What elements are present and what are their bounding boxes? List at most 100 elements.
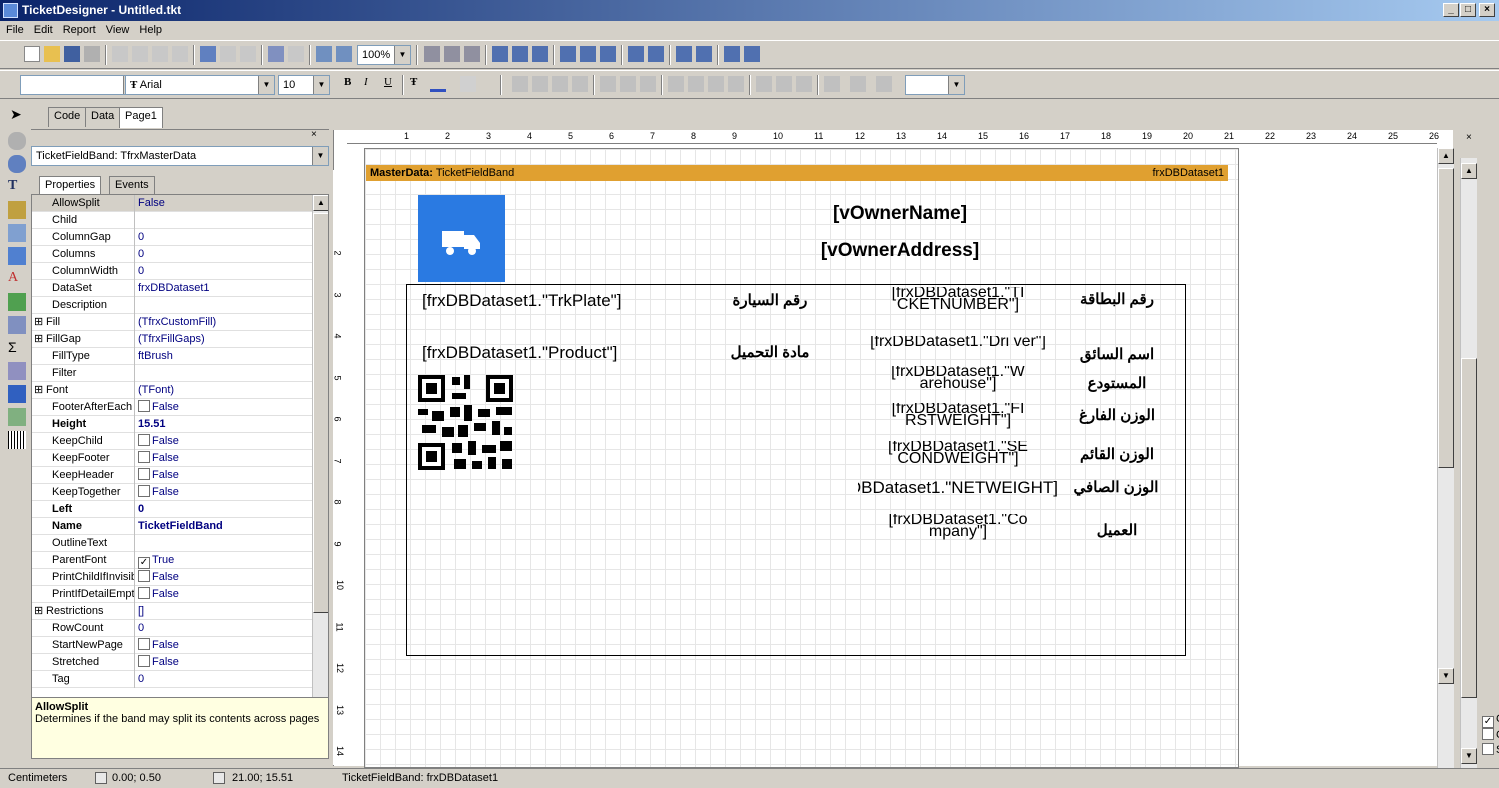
property-row[interactable]: KeepHeader False bbox=[32, 467, 314, 484]
product-label[interactable]: مادة التحميل bbox=[690, 343, 850, 361]
text-justify-icon[interactable] bbox=[572, 76, 588, 92]
ticket-number-label[interactable]: رقم البطاقة bbox=[1062, 290, 1172, 308]
property-row[interactable]: RowCount 0 bbox=[32, 620, 314, 637]
property-value[interactable]: 0 bbox=[138, 671, 314, 688]
align-bottom-icon[interactable] bbox=[600, 46, 616, 62]
picture-tool-icon[interactable] bbox=[8, 293, 26, 311]
grid-icon[interactable] bbox=[424, 46, 440, 62]
trk-plate-field[interactable]: [frxDBDataset1."TrkPlate"] bbox=[422, 291, 677, 311]
style-select[interactable]: ▼ bbox=[20, 75, 140, 95]
check-c1[interactable]: ✓C bbox=[1482, 713, 1499, 728]
checkbox-icon[interactable] bbox=[138, 655, 150, 667]
property-row[interactable]: Columns 0 bbox=[32, 246, 314, 263]
valign-top-icon[interactable] bbox=[600, 76, 616, 92]
scroll-down-button[interactable]: ▼ bbox=[1438, 668, 1454, 684]
format-painter-icon[interactable] bbox=[8, 201, 26, 219]
frame-left-icon[interactable] bbox=[708, 76, 724, 92]
property-value[interactable]: False bbox=[138, 654, 314, 671]
text-center-icon[interactable] bbox=[532, 76, 548, 92]
property-scrollbar[interactable]: ▲▼ bbox=[312, 195, 328, 723]
property-value[interactable]: False bbox=[138, 467, 314, 484]
property-row[interactable]: PrintChildIfInvisible False bbox=[32, 569, 314, 586]
copy-icon[interactable] bbox=[220, 46, 236, 62]
empty-weight-label[interactable]: الوزن الفارغ bbox=[1062, 406, 1172, 424]
warehouse-field[interactable]: [frxDBDataset1."W arehouse"] bbox=[858, 366, 1058, 394]
property-value[interactable]: ftBrush bbox=[138, 348, 314, 365]
page-add-icon[interactable] bbox=[132, 46, 148, 62]
property-value[interactable] bbox=[138, 365, 314, 382]
first-weight-field[interactable]: [frxDBDataset1."FI RSTWEIGHT"] bbox=[858, 403, 1058, 431]
panel-scroll-thumb[interactable] bbox=[1461, 358, 1477, 698]
property-value[interactable]: 0 bbox=[138, 620, 314, 637]
checkbox-icon[interactable] bbox=[138, 638, 150, 650]
same-width-icon[interactable] bbox=[724, 46, 740, 62]
property-value[interactable]: [] bbox=[138, 603, 314, 620]
checkbox-icon[interactable] bbox=[138, 400, 150, 412]
check-s[interactable]: S bbox=[1482, 743, 1499, 758]
font-size-select[interactable]: 10 ▼ bbox=[278, 75, 330, 95]
property-value[interactable]: False bbox=[138, 569, 314, 586]
barcode-tool-icon[interactable] bbox=[8, 431, 26, 449]
property-row[interactable]: Child bbox=[32, 212, 314, 229]
tab-code[interactable]: Code bbox=[48, 107, 87, 127]
property-row[interactable]: KeepChild False bbox=[32, 433, 314, 450]
property-row[interactable]: ⊞ Fill (TfrxCustomFill) bbox=[32, 314, 314, 331]
object-select[interactable]: TicketFieldBand: TfrxMasterData ▼ bbox=[31, 146, 329, 166]
property-row[interactable]: Filter bbox=[32, 365, 314, 382]
property-value[interactable]: False bbox=[138, 586, 314, 603]
net-weight-label[interactable]: الوزن الصافي bbox=[1058, 478, 1174, 496]
property-row[interactable]: Height 15.51 bbox=[32, 416, 314, 433]
tab-data[interactable]: Data bbox=[85, 107, 121, 127]
truck-logo[interactable] bbox=[418, 195, 505, 282]
page-icon[interactable] bbox=[112, 46, 128, 62]
frame-right-icon[interactable] bbox=[728, 76, 744, 92]
tab-page1[interactable]: Page1 bbox=[119, 107, 163, 128]
property-value[interactable]: (TfrxFillGaps) bbox=[138, 331, 314, 348]
property-value[interactable]: False bbox=[138, 637, 314, 654]
band-header[interactable]: MasterData: TicketFieldBand frxDBDataset… bbox=[366, 165, 1228, 181]
text-left-icon[interactable] bbox=[512, 76, 528, 92]
center-v-icon[interactable] bbox=[696, 46, 712, 62]
hand-tool-icon[interactable] bbox=[8, 132, 26, 150]
driver-label[interactable]: اسم السائق bbox=[1062, 345, 1172, 363]
close-button[interactable]: × bbox=[1479, 3, 1495, 17]
menu-help[interactable]: Help bbox=[133, 21, 166, 40]
checkbox-icon[interactable] bbox=[138, 485, 150, 497]
align-right-icon[interactable] bbox=[532, 46, 548, 62]
property-value[interactable]: (TfrxCustomFill) bbox=[138, 314, 314, 331]
checkbox-icon[interactable] bbox=[138, 468, 150, 480]
shape-tool-icon[interactable] bbox=[8, 362, 26, 380]
select-tool-icon[interactable]: ➤ bbox=[10, 106, 26, 122]
property-row[interactable]: ⊞ FillGap (TfrxFillGaps) bbox=[32, 331, 314, 348]
checkbox-icon[interactable] bbox=[138, 587, 150, 599]
driver-field[interactable]: [frxDBDataset1."Dri ver"] bbox=[858, 336, 1058, 364]
inspector-close-icon[interactable]: × bbox=[311, 129, 317, 140]
client-label[interactable]: العميل bbox=[1062, 521, 1172, 539]
save-icon[interactable] bbox=[64, 46, 80, 62]
property-row[interactable]: Name TicketFieldBand bbox=[32, 518, 314, 535]
property-row[interactable]: Tag 0 bbox=[32, 671, 314, 688]
product-field[interactable]: [frxDBDataset1."Product"] bbox=[422, 343, 677, 363]
bold-icon[interactable]: B bbox=[344, 76, 360, 92]
font-color-icon[interactable] bbox=[430, 76, 446, 92]
property-value[interactable]: 0 bbox=[138, 501, 314, 518]
property-value[interactable]: 0 bbox=[138, 229, 314, 246]
property-value[interactable]: (TFont) bbox=[138, 382, 314, 399]
align-middle-icon[interactable] bbox=[580, 46, 596, 62]
panel-close-icon[interactable]: × bbox=[1466, 132, 1472, 143]
expand-icon[interactable]: ⊞ bbox=[34, 382, 43, 398]
net-weight-field[interactable]: [frxDBDataset1."NETWEIGHT"] bbox=[858, 478, 1058, 498]
property-row[interactable]: ColumnGap 0 bbox=[32, 229, 314, 246]
property-row[interactable]: FooterAfterEach False bbox=[32, 399, 314, 416]
property-row[interactable]: OutlineText bbox=[32, 535, 314, 552]
property-value[interactable]: False bbox=[138, 433, 314, 450]
property-row[interactable]: DataSet frxDBDataset1 bbox=[32, 280, 314, 297]
frame-top-icon[interactable] bbox=[668, 76, 684, 92]
new-icon[interactable] bbox=[24, 46, 40, 62]
checkbox-icon[interactable] bbox=[138, 451, 150, 463]
property-row[interactable]: FillType ftBrush bbox=[32, 348, 314, 365]
property-row[interactable]: StartNewPage False bbox=[32, 637, 314, 654]
menu-view[interactable]: View bbox=[100, 21, 134, 40]
panel-scroll-up[interactable]: ▲ bbox=[1461, 163, 1477, 179]
preview-icon[interactable] bbox=[84, 46, 100, 62]
